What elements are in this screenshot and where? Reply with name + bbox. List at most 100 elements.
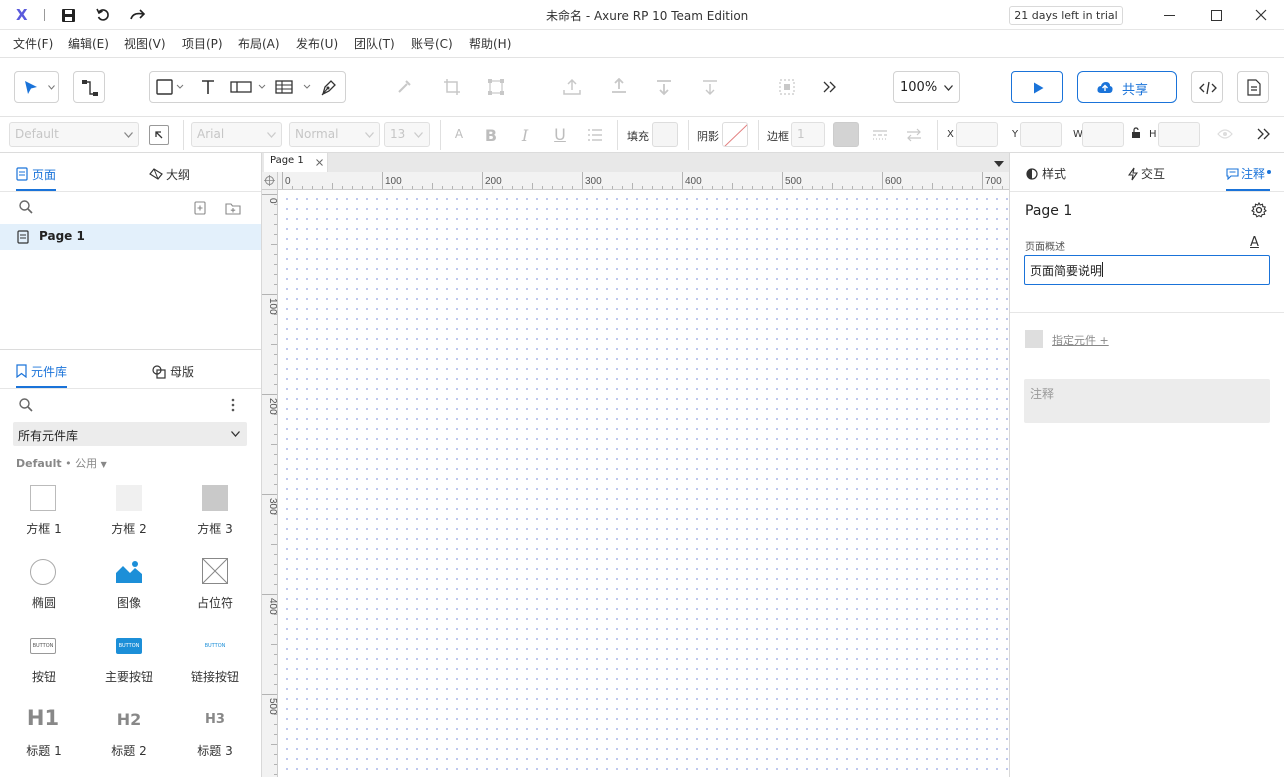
style-manager-icon[interactable] xyxy=(149,125,169,145)
menu-account[interactable]: 账号(C) xyxy=(411,35,453,52)
arrow-style-icon[interactable] xyxy=(905,126,923,144)
bring-forward-icon[interactable] xyxy=(560,75,584,99)
border-style-icon[interactable] xyxy=(871,126,889,144)
tab-masters[interactable]: 母版 xyxy=(152,360,194,388)
add-page-icon[interactable] xyxy=(193,200,207,216)
pen-tool-icon[interactable] xyxy=(316,75,342,99)
font-select[interactable]: Arial xyxy=(191,122,282,147)
menu-edit[interactable]: 编辑(E) xyxy=(68,35,109,52)
font-weight-select[interactable]: Normal xyxy=(289,122,380,147)
rectangle-tool-icon[interactable] xyxy=(152,75,188,99)
notes-field[interactable]: 注释 xyxy=(1024,379,1270,423)
undo-icon[interactable] xyxy=(94,7,112,23)
list-icon[interactable] xyxy=(586,126,604,144)
page-item-label: Page 1 xyxy=(39,229,85,243)
connector-tool-button[interactable] xyxy=(73,71,105,103)
vertical-ruler: 0 100 200 300 400 500 xyxy=(262,190,278,777)
library-separator: • xyxy=(65,457,72,470)
document-button[interactable] xyxy=(1237,71,1269,103)
primary-button-icon: BUTTON xyxy=(116,638,142,654)
redo-icon[interactable] xyxy=(129,7,147,23)
tab-style[interactable]: 样式 xyxy=(1026,165,1066,191)
tab-outline[interactable]: 大纲 xyxy=(149,163,190,191)
menu-project[interactable]: 项目(P) xyxy=(182,35,223,52)
ruler-corner[interactable] xyxy=(262,172,278,190)
library-select[interactable]: 所有元件库 xyxy=(13,422,247,446)
library-dropdown-icon: ▼ xyxy=(100,460,107,469)
shadow-swatch[interactable] xyxy=(722,122,748,147)
tab-pages[interactable]: 页面 xyxy=(16,163,57,191)
eyedropper-icon[interactable] xyxy=(393,74,417,98)
text-format-icon[interactable]: A xyxy=(1250,235,1259,250)
trial-badge[interactable]: 21 days left in trial xyxy=(1009,6,1123,25)
left-panel: 页面 大纲 Page 1 元件库 母版 所有元件库 Default • 公用 ▼… xyxy=(0,153,262,777)
canvas-tab[interactable]: Page 1 xyxy=(264,153,328,172)
add-folder-icon[interactable] xyxy=(225,200,241,216)
field-tool-icon[interactable] xyxy=(228,75,268,99)
minimize-icon[interactable] xyxy=(1160,6,1178,24)
select-tool-button[interactable] xyxy=(14,71,59,103)
send-back-icon[interactable] xyxy=(652,75,676,99)
bring-front-icon[interactable] xyxy=(607,75,631,99)
page-list-item[interactable]: Page 1 xyxy=(0,224,261,250)
crop-icon[interactable] xyxy=(440,75,464,99)
menu-file[interactable]: 文件(F) xyxy=(13,35,53,52)
h-input[interactable] xyxy=(1158,122,1200,147)
visibility-icon[interactable] xyxy=(1215,126,1235,142)
x-input[interactable] xyxy=(956,122,998,147)
maximize-icon[interactable] xyxy=(1207,6,1225,24)
menu-team[interactable]: 团队(T) xyxy=(354,35,395,52)
library-menu-icon[interactable] xyxy=(228,397,238,413)
assign-widget-link[interactable]: 指定元件 + xyxy=(1052,332,1109,348)
style-select[interactable]: Default xyxy=(9,122,139,147)
gear-icon[interactable] xyxy=(1251,202,1267,218)
table-tool-icon[interactable] xyxy=(273,75,313,99)
tab-interactions[interactable]: 交互 xyxy=(1128,165,1165,191)
save-icon[interactable] xyxy=(60,7,76,23)
share-button[interactable]: 共享 xyxy=(1077,71,1177,103)
page-description-input[interactable]: 页面简要说明 xyxy=(1024,255,1270,285)
tab-library[interactable]: 元件库 xyxy=(16,360,68,388)
close-tab-icon[interactable] xyxy=(316,159,323,166)
link-button-icon: BUTTON xyxy=(204,643,226,649)
h-label: H xyxy=(1149,129,1157,140)
preview-button[interactable] xyxy=(1011,71,1063,103)
box2-icon xyxy=(116,485,142,511)
library-name: Default xyxy=(16,457,62,470)
border-width-input[interactable]: 1 xyxy=(791,122,825,147)
w-input[interactable] xyxy=(1082,122,1124,147)
text-color-icon[interactable]: A xyxy=(451,125,467,143)
bold-icon[interactable]: B xyxy=(483,125,499,145)
tab-notes[interactable]: 注释 xyxy=(1226,165,1271,191)
more-tools-icon[interactable] xyxy=(820,75,840,99)
expand-format-icon[interactable] xyxy=(1254,126,1274,142)
border-color-swatch[interactable] xyxy=(833,122,859,147)
description-label: 页面概述 xyxy=(1025,242,1065,253)
tab-dropdown-icon[interactable] xyxy=(994,161,1004,167)
menu-layout[interactable]: 布局(A) xyxy=(238,35,280,52)
widget-label: 方框 2 xyxy=(111,522,147,536)
transform-icon[interactable] xyxy=(484,75,508,99)
design-canvas[interactable] xyxy=(278,190,1009,777)
zoom-select[interactable]: 100% xyxy=(893,71,960,103)
library-heading[interactable]: Default • 公用 ▼ xyxy=(16,455,107,471)
menu-view[interactable]: 视图(V) xyxy=(124,35,166,52)
fill-swatch[interactable] xyxy=(652,122,678,147)
menu-publish[interactable]: 发布(U) xyxy=(296,35,338,52)
code-button[interactable] xyxy=(1191,71,1223,103)
underline-icon[interactable]: U xyxy=(552,124,568,144)
search-icon[interactable] xyxy=(18,199,34,215)
text-tool-icon[interactable] xyxy=(196,75,220,99)
menu-help[interactable]: 帮助(H) xyxy=(469,35,511,52)
ruler-top-label: 600 xyxy=(885,176,902,187)
group-icon[interactable] xyxy=(775,75,799,99)
main-toolbar: 100% 共享 xyxy=(0,58,1284,117)
y-input[interactable] xyxy=(1020,122,1062,147)
ruler-top-label: 100 xyxy=(385,176,402,187)
italic-icon[interactable]: I xyxy=(517,125,533,145)
font-size-select[interactable]: 13 xyxy=(384,122,430,147)
send-backward-icon[interactable] xyxy=(698,75,722,99)
library-search-icon[interactable] xyxy=(18,397,34,413)
close-icon[interactable] xyxy=(1252,6,1270,24)
lock-ratio-icon[interactable] xyxy=(1129,125,1143,141)
